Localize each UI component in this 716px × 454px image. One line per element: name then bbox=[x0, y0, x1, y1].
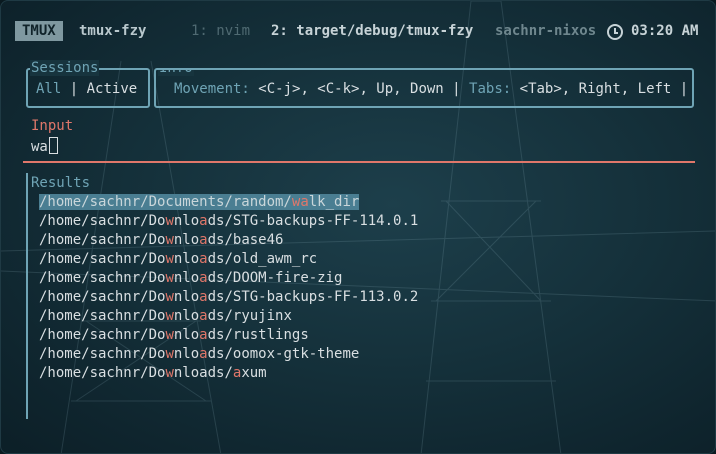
result-path: /home/sachnr/Downloads/rustlings bbox=[39, 327, 309, 343]
match-highlight: w bbox=[165, 232, 174, 248]
match-highlight: w bbox=[165, 365, 174, 381]
result-item[interactable]: /home/sachnr/Downloads/ryujinx bbox=[39, 307, 418, 326]
path-segment: nlo bbox=[173, 270, 200, 286]
match-highlight: a bbox=[199, 289, 208, 305]
result-path: /home/sachnr/Downloads/STG-backups-FF-11… bbox=[39, 213, 418, 229]
tab-active[interactable]: Active bbox=[87, 81, 138, 97]
path-segment: /home/sachnr/Documents/random/ bbox=[39, 194, 292, 210]
results-list: /home/sachnr/Documents/random/walk_dir/h… bbox=[39, 193, 418, 383]
search-input-text: wa bbox=[31, 139, 48, 155]
clock-time: 03:20 AM bbox=[631, 23, 699, 39]
path-segment: nlo bbox=[173, 289, 200, 305]
sessions-tabs: All | Active bbox=[36, 81, 137, 97]
path-segment: ds/STG-backups-FF-113.0.2 bbox=[207, 289, 419, 305]
tab-separator: | bbox=[69, 81, 79, 97]
result-path: /home/sachnr/Downloads/STG-backups-FF-11… bbox=[39, 289, 418, 305]
path-segment: /home/sachnr/Do bbox=[39, 213, 166, 229]
match-highlight: a bbox=[199, 346, 208, 362]
tabs-keys: <Tab>, Right, Left bbox=[519, 81, 672, 97]
input-label: Input bbox=[31, 118, 74, 134]
path-segment: nlo bbox=[173, 213, 200, 229]
result-path: /home/sachnr/Documents/random/walk_dir bbox=[39, 194, 360, 210]
result-path: /home/sachnr/Downloads/DOOM-fire-zig bbox=[39, 270, 342, 286]
path-segment: /home/sachnr/Do bbox=[39, 251, 166, 267]
hostname: sachnr-nixos bbox=[495, 23, 597, 39]
match-highlight: w bbox=[165, 289, 174, 305]
path-segment: nlo bbox=[173, 327, 200, 343]
result-path: /home/sachnr/Downloads/old_awm_rc bbox=[39, 251, 317, 267]
sessions-title: Sessions bbox=[30, 60, 100, 76]
info-separator-2: | bbox=[679, 81, 689, 97]
sessions-panel: Sessions All | Active bbox=[26, 60, 150, 108]
window-tab-1[interactable]: 1: nvim bbox=[191, 23, 250, 39]
result-path: /home/sachnr/Downloads/axum bbox=[39, 365, 267, 381]
match-highlight: a bbox=[300, 194, 309, 210]
path-segment: ds/oomox-gtk-theme bbox=[207, 346, 360, 362]
session-name: tmux-fzy bbox=[79, 23, 147, 39]
path-segment: ds/base46 bbox=[207, 232, 284, 248]
path-segment: nloads/ bbox=[173, 365, 233, 381]
text-cursor bbox=[48, 137, 58, 154]
path-segment: /home/sachnr/Do bbox=[39, 346, 166, 362]
path-segment: ds/STG-backups-FF-114.0.1 bbox=[207, 213, 419, 229]
match-highlight: a bbox=[199, 308, 208, 324]
path-segment: /home/sachnr/Do bbox=[39, 308, 166, 324]
input-divider bbox=[23, 161, 695, 163]
path-segment: nlo bbox=[173, 346, 200, 362]
tabs-key-label: Tabs: bbox=[469, 81, 512, 97]
info-separator: | bbox=[452, 81, 461, 97]
result-item[interactable]: /home/sachnr/Downloads/oomox-gtk-theme bbox=[39, 345, 418, 364]
search-input[interactable]: wa bbox=[31, 137, 58, 155]
info-title: Info bbox=[158, 70, 194, 76]
results-border bbox=[26, 173, 28, 419]
info-panel: Info Movement: <C-j>, <C-k>, Up, Down | … bbox=[154, 68, 694, 108]
path-segment: ds/rustlings bbox=[207, 327, 309, 343]
path-segment: /home/sachnr/Do bbox=[39, 232, 166, 248]
result-item[interactable]: /home/sachnr/Documents/random/walk_dir bbox=[39, 193, 418, 212]
path-segment: ds/DOOM-fire-zig bbox=[207, 270, 343, 286]
match-highlight: a bbox=[199, 232, 208, 248]
movement-key-label: Movement: bbox=[174, 81, 250, 97]
match-highlight: w bbox=[165, 308, 174, 324]
tab-all[interactable]: All bbox=[36, 81, 61, 97]
clock-icon bbox=[607, 24, 623, 40]
match-highlight: a bbox=[199, 213, 208, 229]
result-item[interactable]: /home/sachnr/Downloads/axum bbox=[39, 364, 418, 383]
movement-keys: <C-j>, <C-k>, Up, Down bbox=[258, 81, 444, 97]
path-segment: /home/sachnr/Do bbox=[39, 365, 166, 381]
match-highlight: w bbox=[165, 346, 174, 362]
window-tab-2[interactable]: 2: target/debug/tmux-fzy bbox=[271, 23, 473, 39]
path-segment: /home/sachnr/Do bbox=[39, 270, 166, 286]
path-segment: ds/ryujinx bbox=[207, 308, 292, 324]
path-segment: ds/old_awm_rc bbox=[207, 251, 318, 267]
result-item[interactable]: /home/sachnr/Downloads/old_awm_rc bbox=[39, 250, 418, 269]
match-highlight: a bbox=[199, 270, 208, 286]
result-path: /home/sachnr/Downloads/ryujinx bbox=[39, 308, 292, 324]
terminal-window: TMUX tmux-fzy 1: nvim 2: target/debug/tm… bbox=[0, 0, 716, 454]
match-highlight: w bbox=[165, 327, 174, 343]
path-segment: nlo bbox=[173, 232, 200, 248]
path-segment: nlo bbox=[173, 308, 200, 324]
match-highlight: w bbox=[165, 251, 174, 267]
result-item[interactable]: /home/sachnr/Downloads/DOOM-fire-zig bbox=[39, 269, 418, 288]
path-segment: nlo bbox=[173, 251, 200, 267]
result-path: /home/sachnr/Downloads/oomox-gtk-theme bbox=[39, 346, 359, 362]
keybinding-help: Movement: <C-j>, <C-k>, Up, Down | Tabs:… bbox=[174, 81, 692, 97]
result-item[interactable]: /home/sachnr/Downloads/STG-backups-FF-11… bbox=[39, 212, 418, 231]
result-item[interactable]: /home/sachnr/Downloads/rustlings bbox=[39, 326, 418, 345]
path-segment: /home/sachnr/Do bbox=[39, 327, 166, 343]
path-segment: lk_dir bbox=[308, 194, 360, 210]
path-segment: /home/sachnr/Do bbox=[39, 289, 166, 305]
match-highlight: a bbox=[199, 327, 208, 343]
result-path: /home/sachnr/Downloads/base46 bbox=[39, 232, 283, 248]
match-highlight: w bbox=[165, 270, 174, 286]
tmux-badge: TMUX bbox=[15, 21, 63, 41]
tmux-status-bar: TMUX tmux-fzy 1: nvim 2: target/debug/tm… bbox=[1, 17, 715, 45]
match-highlight: w bbox=[165, 213, 174, 229]
result-item[interactable]: /home/sachnr/Downloads/base46 bbox=[39, 231, 418, 250]
result-item[interactable]: /home/sachnr/Downloads/STG-backups-FF-11… bbox=[39, 288, 418, 307]
results-label: Results bbox=[31, 175, 91, 191]
path-segment: xum bbox=[241, 365, 267, 381]
match-highlight: a bbox=[199, 251, 208, 267]
